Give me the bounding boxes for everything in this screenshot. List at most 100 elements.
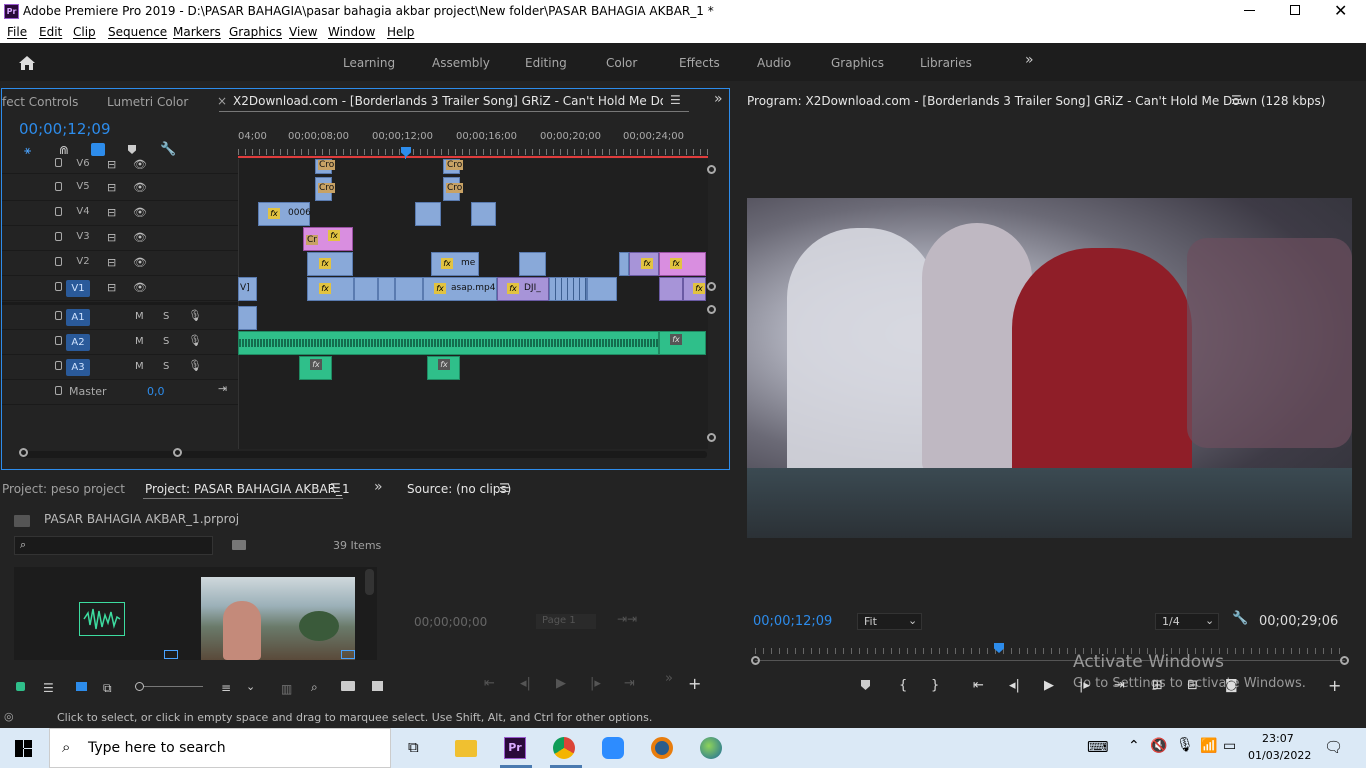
timeline-clip[interactable]: Cro	[443, 177, 464, 201]
timeline-clip[interactable]: V]	[238, 277, 257, 301]
menu-window[interactable]: Window	[328, 25, 375, 39]
workspace-effects[interactable]: Effects	[679, 56, 720, 70]
close-icon[interactable]: ✕	[1334, 1, 1347, 20]
audio-thumbnail[interactable]	[79, 602, 125, 636]
lock-icon[interactable]	[55, 282, 62, 291]
audio-clip[interactable]: fx	[659, 331, 706, 355]
time-ruler[interactable]: 04;00 00;00;08;00 00;00;12;00 00;00;16;0…	[238, 127, 708, 159]
blender-icon[interactable]	[651, 737, 673, 759]
toggle-sync-icon[interactable]: ⊟	[107, 206, 116, 219]
lock-icon[interactable]	[55, 182, 62, 191]
work-area-bar[interactable]	[238, 156, 708, 158]
workspace-editing[interactable]: Editing	[525, 56, 567, 70]
eye-icon[interactable]: 👁	[133, 231, 147, 244]
panel-overflow-icon[interactable]: »	[714, 91, 723, 107]
toggle-sync-icon[interactable]: ⊟	[107, 256, 116, 269]
step-back-icon[interactable]: ◂|	[1009, 678, 1020, 693]
tab-effect-controls[interactable]: fect Controls	[2, 95, 78, 109]
timeline-clip[interactable]	[519, 252, 546, 276]
timeline-clip[interactable]: fx DJI_	[497, 277, 549, 301]
menu-file[interactable]: File	[7, 25, 27, 39]
timeline-clip[interactable]	[415, 202, 441, 226]
eye-icon[interactable]: 👁	[133, 256, 147, 269]
grid-scrollbar[interactable]	[365, 569, 374, 595]
solo-button[interactable]: S	[163, 361, 169, 372]
track-master[interactable]: Master 0,0 ⇥	[2, 380, 239, 405]
toggle-sync-icon[interactable]: ⊟	[107, 181, 116, 194]
track-v1[interactable]: V1 ⊟ 👁	[2, 276, 239, 301]
program-video-frame[interactable]	[747, 198, 1352, 538]
new-bin-from-search-icon[interactable]	[232, 540, 246, 550]
track-a2[interactable]: A2 M S 🎙	[2, 330, 239, 355]
zoom-icon[interactable]	[602, 737, 624, 759]
workspace-libraries[interactable]: Libraries	[920, 56, 972, 70]
mark-out-icon[interactable]: }	[931, 678, 939, 693]
track-v5[interactable]: V5 ⊟ 👁	[2, 176, 239, 201]
add-marker-icon[interactable]	[128, 145, 136, 154]
timeline-clip[interactable]	[659, 277, 683, 301]
zoom-dropdown[interactable]: Fit ⌄	[857, 613, 922, 630]
audio-clip[interactable]: fx	[427, 356, 460, 380]
timeline-clip[interactable]: Cro	[315, 177, 336, 201]
notification-icon[interactable]: 🗨	[1324, 738, 1343, 756]
page-dropdown[interactable]: Page 1	[536, 614, 596, 629]
lock-icon[interactable]	[55, 386, 62, 395]
workspace-learning[interactable]: Learning	[343, 56, 395, 70]
new-item-icon[interactable]	[372, 681, 383, 691]
tab-sequence[interactable]: X2Download.com - [Borderlands 3 Trailer …	[233, 94, 663, 108]
master-volume-value[interactable]: 0,0	[147, 385, 165, 398]
minimize-icon[interactable]	[1244, 10, 1255, 11]
timeline-clip[interactable]: fx asap.mp4	[423, 277, 497, 301]
mute-button[interactable]: M	[135, 336, 144, 347]
windows-start-icon[interactable]	[15, 740, 32, 757]
audio-clip[interactable]: fx	[299, 356, 332, 380]
speaker-muted-icon[interactable]: 🔇	[1150, 738, 1167, 754]
mute-button[interactable]: M	[135, 311, 144, 322]
wifi-icon[interactable]: 📶	[1200, 738, 1217, 754]
play-icon[interactable]: ▶	[1044, 678, 1054, 693]
battery-icon[interactable]: ▭	[1223, 738, 1236, 754]
keyboard-icon[interactable]: ⌨	[1087, 738, 1109, 756]
horizontal-scroll-handle[interactable]	[19, 448, 28, 457]
track-v2[interactable]: V2 ⊟ 👁	[2, 251, 239, 276]
timeline-clip[interactable]: fx	[683, 277, 706, 301]
timeline-clip[interactable]: fx	[659, 252, 706, 276]
solo-button[interactable]: S	[163, 311, 169, 322]
sort-icon[interactable]: ≡	[221, 681, 231, 695]
more-controls-icon[interactable]: »	[665, 671, 673, 686]
microphone-icon[interactable]: 🎙	[188, 334, 202, 347]
workspace-overflow-icon[interactable]: »	[1025, 52, 1034, 68]
timeline-clip[interactable]: Cro	[443, 159, 464, 174]
track-v6[interactable]: V6 ⊟ 👁	[2, 155, 239, 174]
zoom-slider[interactable]	[135, 682, 203, 691]
toggle-sync-icon[interactable]: ⊟	[107, 231, 116, 244]
audio-clip[interactable]	[238, 306, 257, 330]
step-forward-icon[interactable]: |▸	[590, 676, 601, 691]
horizontal-scroll-handle[interactable]	[173, 448, 182, 457]
find-icon[interactable]: ⌕	[311, 680, 318, 695]
program-scrubber[interactable]	[751, 648, 1349, 665]
export-frame-icon[interactable]: ◙	[1225, 678, 1238, 693]
workspace-color[interactable]: Color	[606, 56, 637, 70]
home-icon[interactable]	[18, 55, 36, 71]
timeline-clip[interactable]	[619, 252, 629, 276]
menu-graphics[interactable]: Graphics	[229, 25, 282, 39]
eye-icon[interactable]: 👁	[133, 281, 147, 294]
lock-icon[interactable]	[55, 311, 62, 320]
panel-menu-icon[interactable]: ☰	[670, 93, 681, 107]
solo-button[interactable]: S	[163, 336, 169, 347]
menu-markers[interactable]: Markers	[173, 25, 221, 39]
tab-source[interactable]: Source: (no clips)	[407, 482, 511, 496]
audio-clip[interactable]	[238, 331, 659, 355]
lift-icon[interactable]: ⊞	[1152, 678, 1163, 693]
new-bin-icon[interactable]	[341, 681, 355, 691]
menu-help[interactable]: Help	[387, 25, 414, 39]
scrubber-start-handle[interactable]	[751, 656, 760, 665]
scrubber-end-handle[interactable]	[1340, 656, 1349, 665]
step-back-icon[interactable]: ◂|	[520, 676, 531, 691]
workspace-audio[interactable]: Audio	[757, 56, 791, 70]
sort-dropdown-icon[interactable]: ⌄	[246, 680, 255, 693]
lock-icon[interactable]	[55, 257, 62, 266]
timeline-clip[interactable]	[549, 277, 587, 301]
vertical-scroll-handle[interactable]	[707, 433, 716, 442]
